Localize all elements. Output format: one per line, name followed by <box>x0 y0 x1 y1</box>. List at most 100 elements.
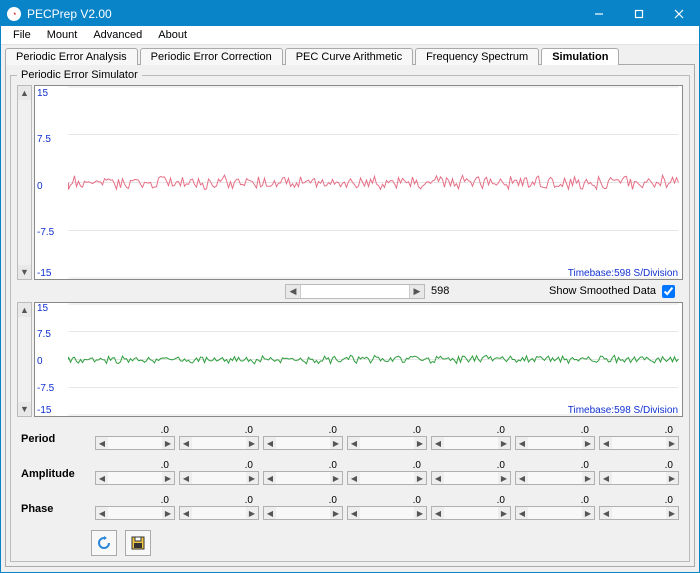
scroll-left-icon[interactable]: ◀ <box>286 285 300 298</box>
spinner-track[interactable] <box>360 507 414 519</box>
scroll-down-icon[interactable]: ▼ <box>18 265 31 279</box>
tab-pec-curve-arithmetic[interactable]: PEC Curve Arithmetic <box>285 48 413 65</box>
spinner-inc-icon[interactable]: ▶ <box>582 472 594 484</box>
spinner-inc-icon[interactable]: ▶ <box>666 472 678 484</box>
spinner-track[interactable] <box>528 472 582 484</box>
spinner-inc-icon[interactable]: ▶ <box>330 437 342 449</box>
spinner-phase-2[interactable]: .0◀▶ <box>263 495 343 520</box>
spinner-phase-6[interactable]: .0◀▶ <box>599 495 679 520</box>
refresh-button[interactable] <box>91 530 117 556</box>
spinner-amplitude-6[interactable]: .0◀▶ <box>599 460 679 485</box>
spinner-track[interactable] <box>612 472 666 484</box>
spinner-track[interactable] <box>360 472 414 484</box>
close-button[interactable] <box>659 1 699 26</box>
spinner-dec-icon[interactable]: ◀ <box>264 472 276 484</box>
spinner-track[interactable] <box>612 507 666 519</box>
spinner-phase-4[interactable]: .0◀▶ <box>431 495 511 520</box>
minimize-button[interactable] <box>579 1 619 26</box>
spinner-dec-icon[interactable]: ◀ <box>348 507 360 519</box>
spinner-dec-icon[interactable]: ◀ <box>348 437 360 449</box>
spinner-amplitude-3[interactable]: .0◀▶ <box>347 460 427 485</box>
spinner-inc-icon[interactable]: ▶ <box>666 437 678 449</box>
spinner-amplitude-4[interactable]: .0◀▶ <box>431 460 511 485</box>
spinner-inc-icon[interactable]: ▶ <box>330 507 342 519</box>
spinner-track[interactable] <box>192 437 246 449</box>
spinner-track[interactable] <box>192 507 246 519</box>
spinner-dec-icon[interactable]: ◀ <box>96 437 108 449</box>
spinner-dec-icon[interactable]: ◀ <box>516 437 528 449</box>
spinner-track[interactable] <box>444 507 498 519</box>
spinner-dec-icon[interactable]: ◀ <box>432 472 444 484</box>
scroll-right-icon[interactable]: ▶ <box>410 285 424 298</box>
spinner-track[interactable] <box>528 437 582 449</box>
spinner-dec-icon[interactable]: ◀ <box>432 437 444 449</box>
spinner-inc-icon[interactable]: ▶ <box>162 472 174 484</box>
spinner-inc-icon[interactable]: ▶ <box>582 437 594 449</box>
spinner-inc-icon[interactable]: ▶ <box>246 437 258 449</box>
spinner-dec-icon[interactable]: ◀ <box>516 507 528 519</box>
spinner-track[interactable] <box>612 437 666 449</box>
maximize-button[interactable] <box>619 1 659 26</box>
spinner-inc-icon[interactable]: ▶ <box>162 507 174 519</box>
spinner-track[interactable] <box>528 507 582 519</box>
menu-advanced[interactable]: Advanced <box>85 27 150 43</box>
spinner-track[interactable] <box>360 437 414 449</box>
spinner-dec-icon[interactable]: ◀ <box>516 472 528 484</box>
spinner-phase-0[interactable]: .0◀▶ <box>95 495 175 520</box>
spinner-inc-icon[interactable]: ▶ <box>246 472 258 484</box>
menu-about[interactable]: About <box>150 27 195 43</box>
spinner-inc-icon[interactable]: ▶ <box>498 437 510 449</box>
chart1-vscroll[interactable]: ▲ ▼ <box>17 85 32 280</box>
spinner-period-2[interactable]: .0◀▶ <box>263 425 343 450</box>
spinner-inc-icon[interactable]: ▶ <box>246 507 258 519</box>
spinner-inc-icon[interactable]: ▶ <box>162 437 174 449</box>
spinner-amplitude-2[interactable]: .0◀▶ <box>263 460 343 485</box>
spinner-amplitude-5[interactable]: .0◀▶ <box>515 460 595 485</box>
spinner-inc-icon[interactable]: ▶ <box>666 507 678 519</box>
spinner-track[interactable] <box>276 472 330 484</box>
spinner-dec-icon[interactable]: ◀ <box>600 437 612 449</box>
spinner-dec-icon[interactable]: ◀ <box>600 472 612 484</box>
spinner-phase-3[interactable]: .0◀▶ <box>347 495 427 520</box>
spinner-inc-icon[interactable]: ▶ <box>414 507 426 519</box>
tab-periodic-error-analysis[interactable]: Periodic Error Analysis <box>5 48 138 65</box>
spinner-amplitude-1[interactable]: .0◀▶ <box>179 460 259 485</box>
spinner-dec-icon[interactable]: ◀ <box>348 472 360 484</box>
spinner-inc-icon[interactable]: ▶ <box>498 472 510 484</box>
spinner-period-5[interactable]: .0◀▶ <box>515 425 595 450</box>
spinner-inc-icon[interactable]: ▶ <box>330 472 342 484</box>
spinner-track[interactable] <box>444 472 498 484</box>
spinner-dec-icon[interactable]: ◀ <box>264 507 276 519</box>
spinner-period-0[interactable]: .0◀▶ <box>95 425 175 450</box>
spinner-track[interactable] <box>192 472 246 484</box>
spinner-dec-icon[interactable]: ◀ <box>96 507 108 519</box>
spinner-dec-icon[interactable]: ◀ <box>180 437 192 449</box>
scroll-up-icon[interactable]: ▲ <box>18 303 31 317</box>
spinner-track[interactable] <box>108 472 162 484</box>
scroll-down-icon[interactable]: ▼ <box>18 402 31 416</box>
save-button[interactable] <box>125 530 151 556</box>
spinner-period-4[interactable]: .0◀▶ <box>431 425 511 450</box>
spinner-amplitude-0[interactable]: .0◀▶ <box>95 460 175 485</box>
spinner-track[interactable] <box>276 507 330 519</box>
hscroll-track[interactable] <box>300 285 410 298</box>
spinner-dec-icon[interactable]: ◀ <box>180 472 192 484</box>
spinner-period-6[interactable]: .0◀▶ <box>599 425 679 450</box>
menu-mount[interactable]: Mount <box>39 27 86 43</box>
spinner-track[interactable] <box>108 437 162 449</box>
tab-periodic-error-correction[interactable]: Periodic Error Correction <box>140 48 283 65</box>
spinner-dec-icon[interactable]: ◀ <box>600 507 612 519</box>
spinner-phase-5[interactable]: .0◀▶ <box>515 495 595 520</box>
tab-frequency-spectrum[interactable]: Frequency Spectrum <box>415 48 539 65</box>
spinner-dec-icon[interactable]: ◀ <box>432 507 444 519</box>
chart2-vscroll[interactable]: ▲ ▼ <box>17 302 32 417</box>
spinner-track[interactable] <box>444 437 498 449</box>
spinner-inc-icon[interactable]: ▶ <box>414 437 426 449</box>
spinner-dec-icon[interactable]: ◀ <box>180 507 192 519</box>
spinner-period-1[interactable]: .0◀▶ <box>179 425 259 450</box>
spinner-dec-icon[interactable]: ◀ <box>96 472 108 484</box>
scroll-up-icon[interactable]: ▲ <box>18 86 31 100</box>
spinner-period-3[interactable]: .0◀▶ <box>347 425 427 450</box>
spinner-inc-icon[interactable]: ▶ <box>414 472 426 484</box>
spinner-inc-icon[interactable]: ▶ <box>582 507 594 519</box>
